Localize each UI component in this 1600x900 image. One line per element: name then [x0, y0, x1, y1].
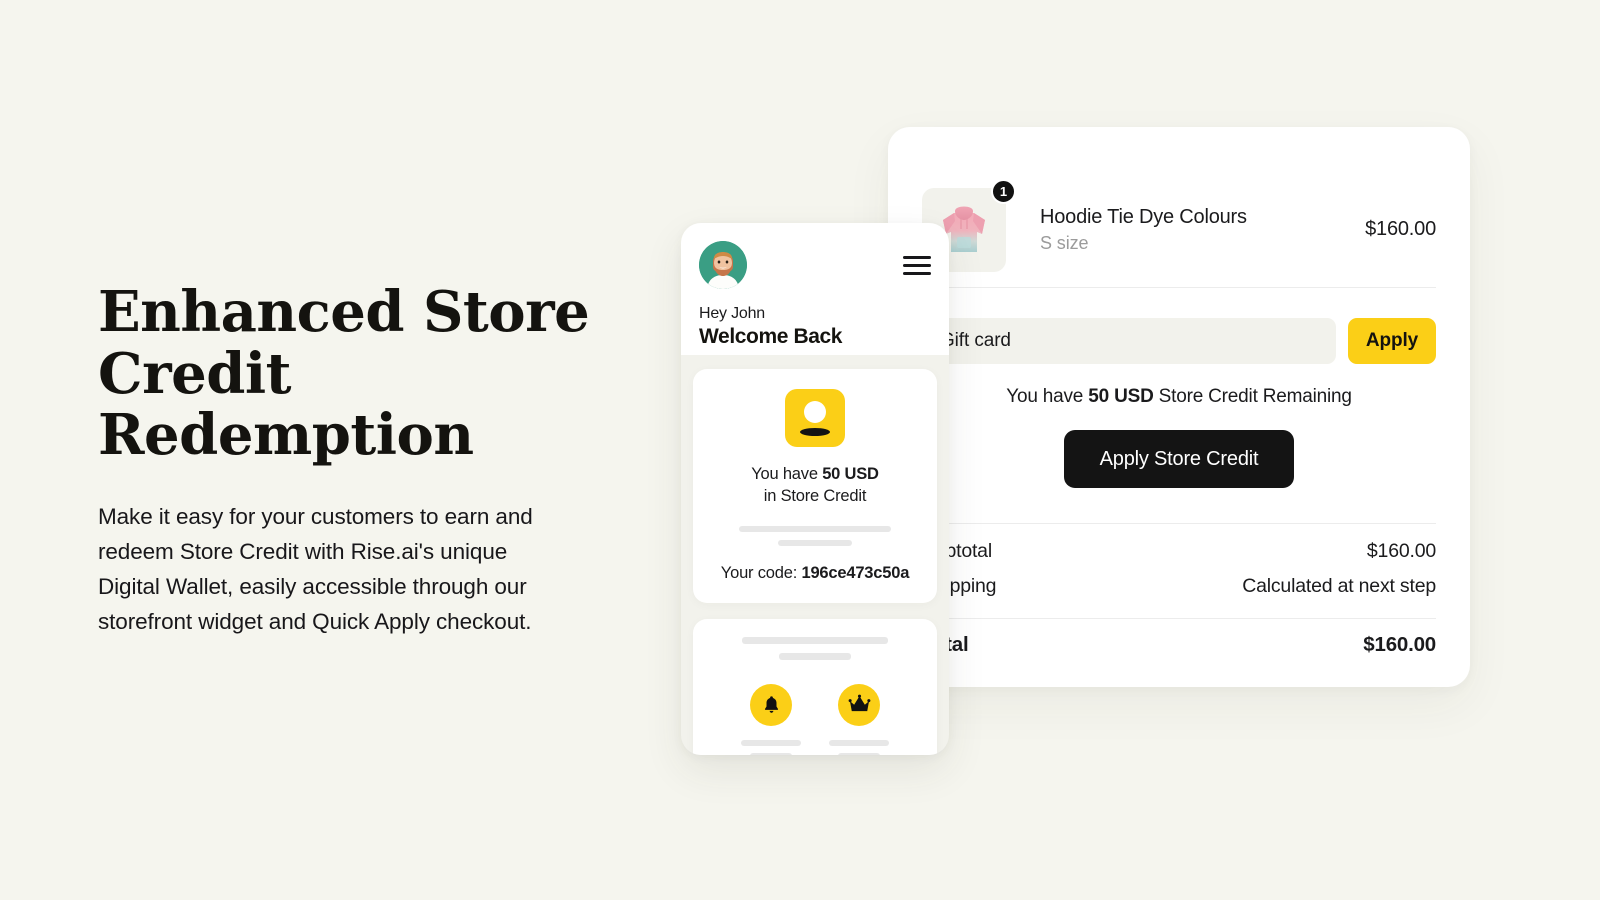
wallet-credit-prefix: You have: [751, 465, 823, 483]
hamburger-line: [903, 271, 931, 275]
credit-note-amount: 50 USD: [1088, 386, 1154, 407]
divider-under-line-item: [922, 287, 1436, 288]
placeholder-bar: [778, 539, 852, 546]
table-row: Subtotal $160.00: [922, 534, 1436, 569]
placeholder-bar: [741, 739, 801, 746]
hamburger-menu-icon[interactable]: [903, 251, 931, 280]
placeholder-bar: [779, 652, 851, 660]
greeting-text: Hey John: [699, 305, 765, 322]
product-variant: S size: [1040, 233, 1089, 253]
product-price: $160.00: [1365, 218, 1436, 240]
wallet-credit-line2: in Store Credit: [763, 487, 867, 506]
mobile-wallet-mockup: Hey John Welcome Back You have 50 USD in…: [681, 223, 949, 755]
phone-top-bar: [699, 241, 931, 289]
wallet-code-value: 196ce473c50a: [801, 563, 910, 582]
avatar[interactable]: [699, 241, 747, 289]
rewards-card: [693, 618, 937, 755]
wallet-card-icon: [785, 389, 845, 447]
shipping-value: Calculated at next step: [1242, 575, 1436, 597]
apply-store-credit-button[interactable]: Apply Store Credit: [1063, 430, 1295, 488]
reward-item-vip[interactable]: [829, 683, 889, 755]
gift-card-row: Apply: [922, 318, 1436, 364]
total-value: $160.00: [1363, 633, 1436, 656]
wallet-credit-text: You have 50 USD in Store Credit: [709, 463, 921, 508]
table-row: Shipping Calculated at next step: [922, 569, 1436, 604]
wallet-icon-dot: [804, 401, 826, 423]
product-title: Hoodie Tie Dye Colours: [1040, 206, 1247, 228]
wallet-icon-bar: [800, 428, 830, 436]
credit-note-prefix: You have: [1006, 386, 1089, 407]
store-credit-remaining-note: You have 50 USD Store Credit Remaining: [922, 386, 1436, 408]
credit-note-suffix: Store Credit Remaining: [1153, 386, 1352, 407]
cart-line-item: 1 Hoodie Tie Dye Colours S size $160.00: [922, 127, 1436, 287]
order-totals: Subtotal $160.00 Shipping Calculated at …: [922, 523, 1436, 663]
hero-copy-block: Enhanced Store Credit Redemption Make it…: [98, 279, 618, 639]
quantity-badge: 1: [991, 178, 1016, 204]
reward-icon-row: [709, 683, 921, 755]
wallet-code-prefix: Your code:: [720, 563, 802, 582]
headline-line-2: Credit Redemption: [98, 340, 474, 469]
headline-line-1: Enhanced Store: [98, 279, 590, 345]
page-title: Enhanced Store Credit Redemption: [98, 279, 618, 469]
product-info: Hoodie Tie Dye Colours S size: [1040, 205, 1365, 254]
reward-item-notifications[interactable]: [741, 683, 801, 755]
grand-total-row: Total $160.00: [922, 619, 1436, 663]
hamburger-line: [903, 255, 931, 259]
wallet-credit-amount: 50 USD: [822, 465, 879, 483]
checkout-summary-card: 1 Hoodie Tie Dye Colours S size $160.00 …: [888, 127, 1470, 687]
placeholder-bar: [742, 636, 888, 644]
store-credit-card: You have 50 USD in Store Credit Your cod…: [693, 369, 937, 603]
placeholder-bar: [750, 752, 792, 755]
phone-header: Hey John Welcome Back: [681, 223, 949, 355]
placeholder-bar: [838, 752, 880, 755]
wallet-code-line: Your code: 196ce473c50a: [709, 564, 921, 583]
crown-icon: [838, 683, 880, 726]
apply-gift-card-button[interactable]: Apply: [1348, 318, 1436, 364]
placeholder-bar: [829, 739, 889, 746]
hero-description: Make it easy for your customers to earn …: [98, 503, 533, 635]
welcome-heading: Welcome Back: [699, 325, 843, 348]
gift-card-input[interactable]: [922, 318, 1336, 364]
placeholder-bar: [739, 525, 891, 532]
hamburger-line: [903, 263, 931, 267]
subtotal-value: $160.00: [1366, 540, 1436, 562]
bell-icon: [750, 683, 792, 726]
